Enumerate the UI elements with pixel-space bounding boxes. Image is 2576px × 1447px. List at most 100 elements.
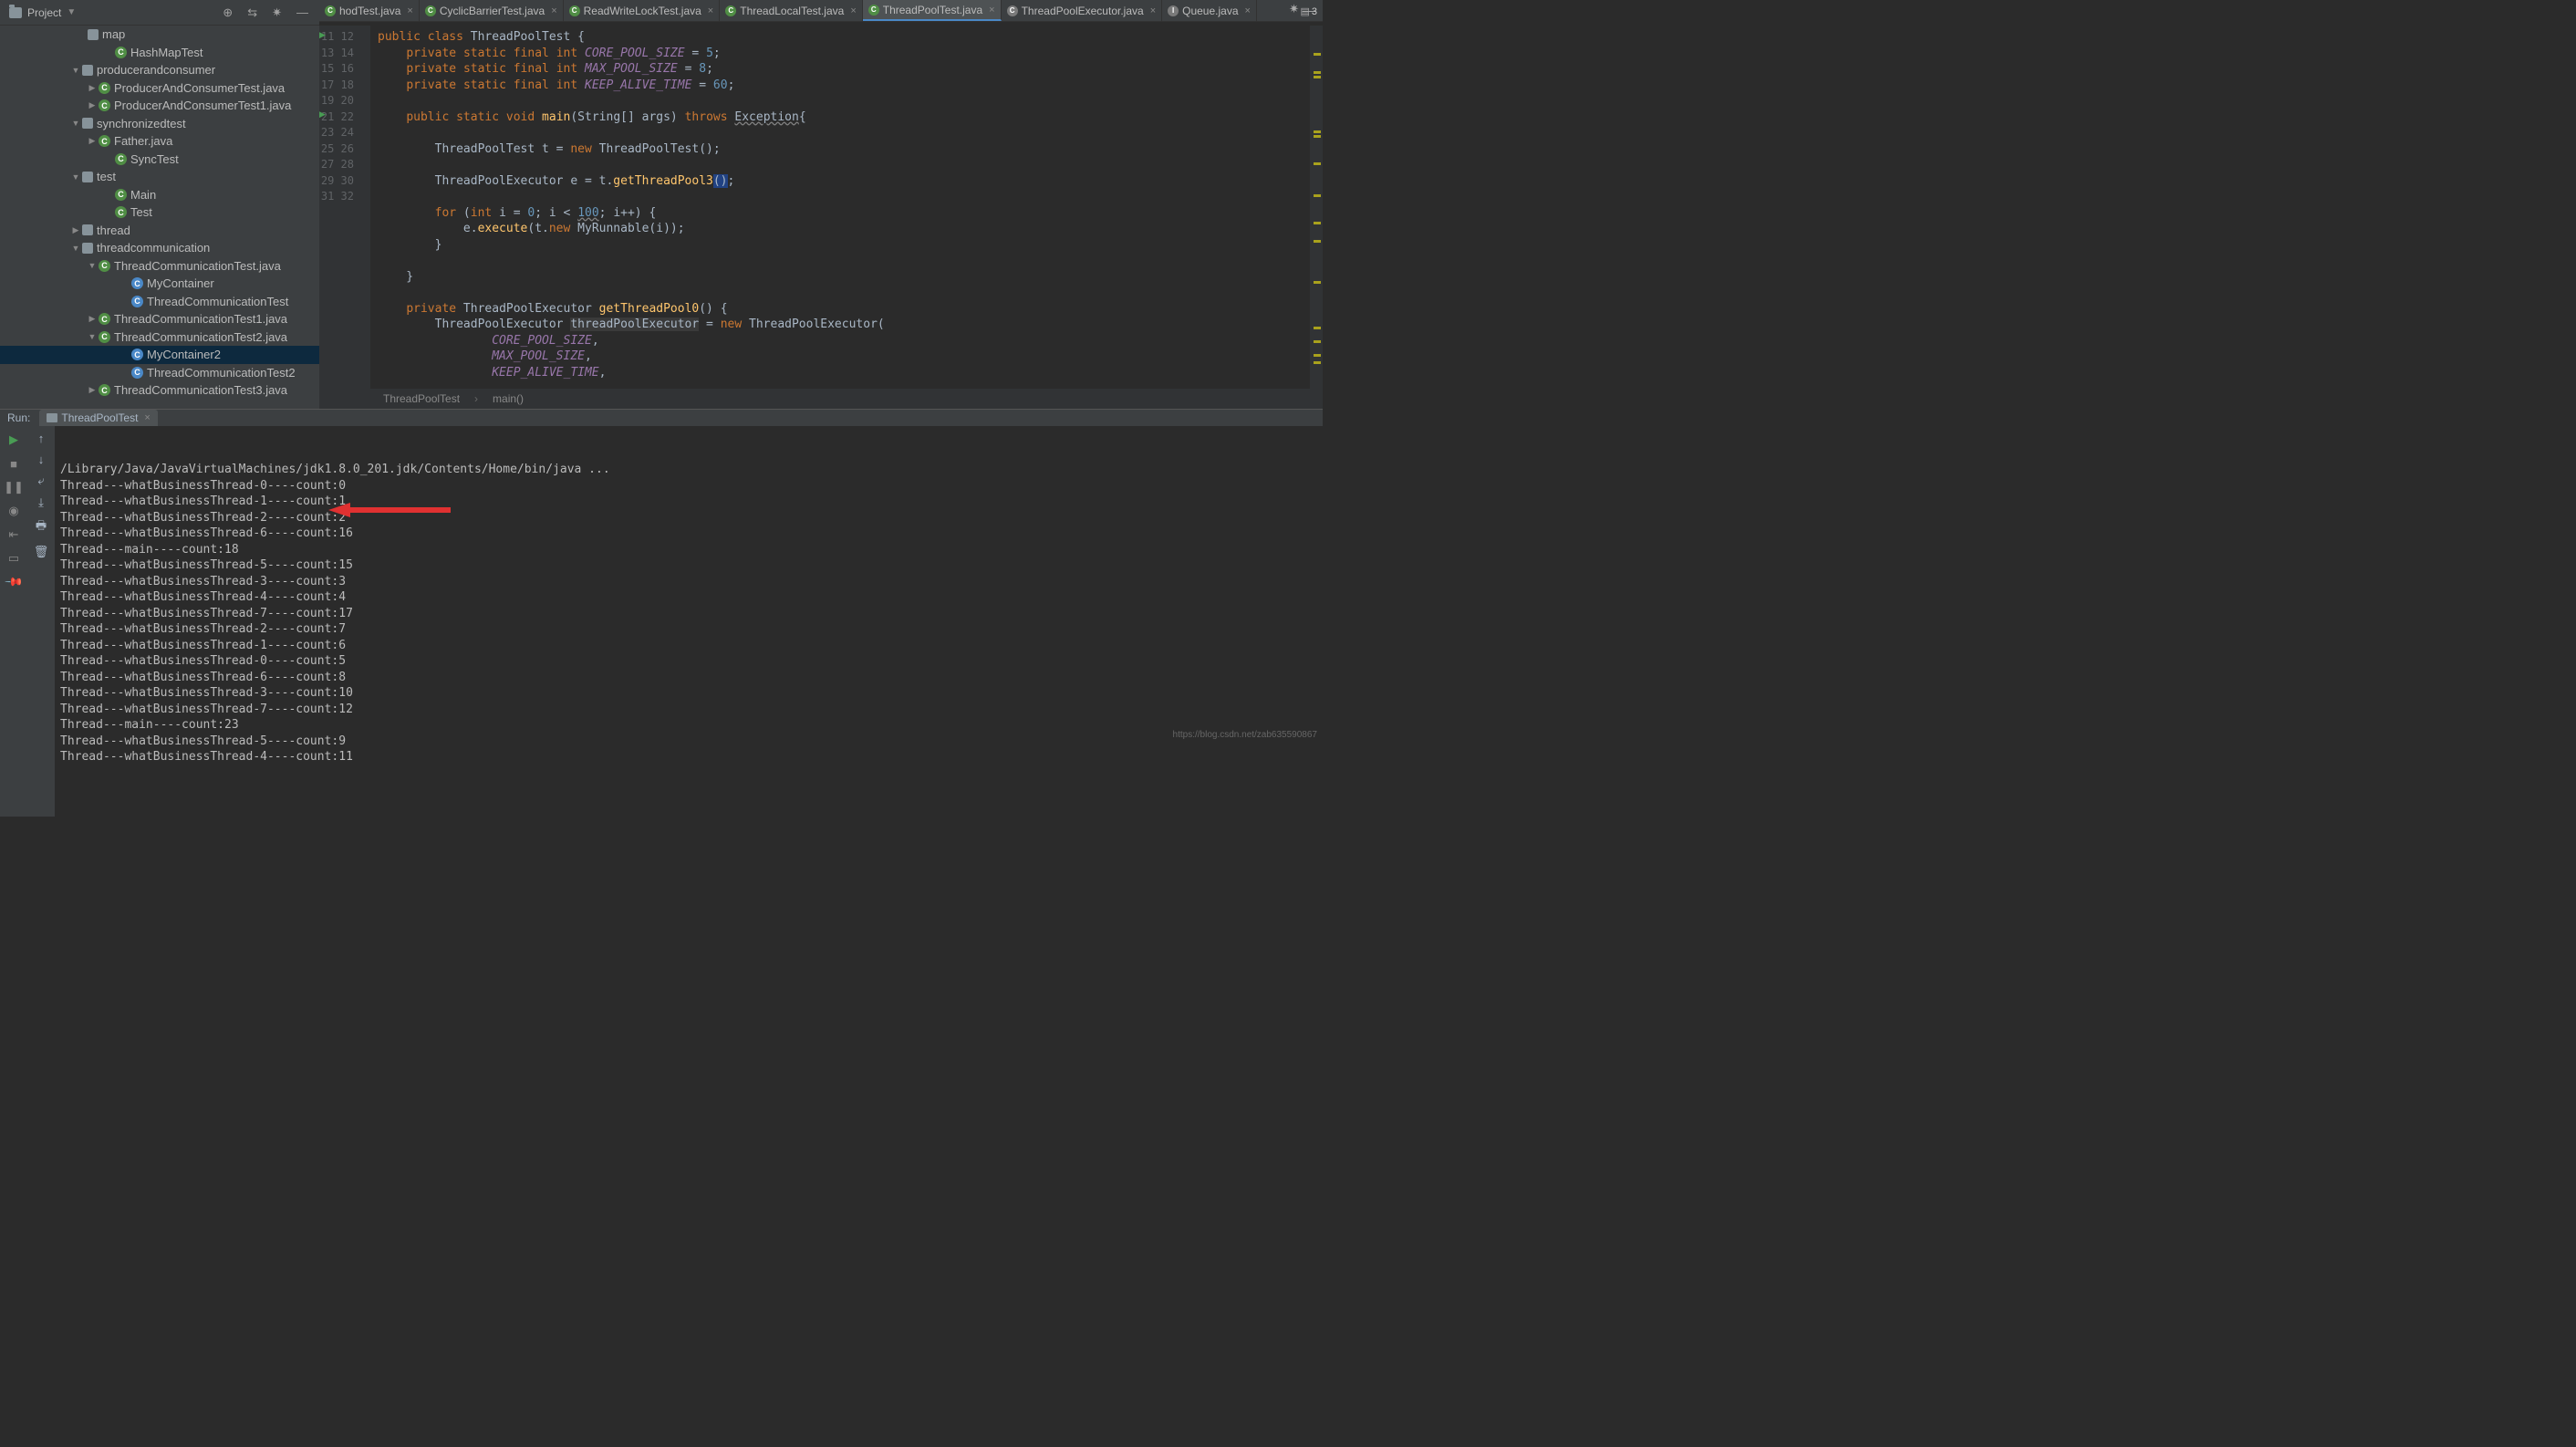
close-icon[interactable]: × (986, 5, 994, 16)
class-icon: C (868, 5, 879, 16)
class-icon: C (325, 5, 336, 16)
tree-item-label: producerandconsumer (97, 63, 215, 77)
tree-item-label: thread (97, 224, 130, 237)
pin-button[interactable]: 📌 (5, 574, 22, 590)
tree-arrow-icon[interactable]: ▶ (86, 100, 99, 110)
tree-item[interactable]: CThreadCommunicationTest2 (0, 364, 319, 382)
tree-item[interactable]: ▶CProducerAndConsumerTest1.java (0, 97, 319, 115)
editor-tabs: ChodTest.java×CCyclicBarrierTest.java×CR… (319, 0, 1323, 22)
print-button[interactable]: 🖶 (36, 517, 47, 537)
breadcrumb-class[interactable]: ThreadPoolTest (383, 392, 460, 405)
tree-item[interactable]: CHashMapTest (0, 44, 319, 62)
code-content[interactable]: public class ThreadPoolTest { private st… (370, 26, 1310, 409)
gear-icon[interactable]: ✷ (1289, 2, 1299, 16)
close-icon[interactable]: × (404, 5, 412, 16)
run-tab[interactable]: ThreadPoolTest × (39, 410, 157, 426)
tree-item-label: ThreadCommunicationTest3.java (114, 383, 287, 397)
tree-arrow-icon[interactable]: ▼ (69, 244, 82, 253)
scroll-end-button[interactable]: ⤓ (38, 495, 44, 510)
annotation-arrow-line (350, 507, 451, 513)
tree-item[interactable]: ▼test (0, 168, 319, 186)
tree-item[interactable]: map (0, 26, 319, 44)
run-method-gutter-icon[interactable]: ▶ (319, 109, 326, 120)
editor-tab[interactable]: IQueue.java× (1162, 0, 1257, 21)
hide-icon[interactable]: — (293, 4, 312, 21)
tree-item[interactable]: ▼threadcommunication (0, 239, 319, 257)
tree-arrow-icon[interactable]: ▶ (69, 225, 82, 235)
tree-item-label: synchronizedtest (97, 117, 186, 130)
tree-arrow-icon[interactable]: ▶ (86, 314, 99, 324)
editor-markers[interactable] (1310, 26, 1323, 409)
rerun-button[interactable]: ▶ (5, 432, 22, 448)
layout-button[interactable]: ▭ (5, 550, 22, 567)
editor-tab[interactable]: CCyclicBarrierTest.java× (420, 0, 564, 21)
stop-button[interactable]: ■ (5, 455, 22, 472)
tree-item[interactable]: CMain (0, 186, 319, 204)
inner-class-icon: C (131, 277, 143, 289)
close-icon[interactable]: × (1242, 5, 1251, 16)
gear-icon[interactable]: ✷ (268, 4, 286, 22)
run-toolbar-left: ▶ ■ ❚❚ ◉ ⇤ ▭ 📌 (0, 426, 27, 817)
editor-tab[interactable]: C ThreadPoolExecutor.java × (1002, 0, 1163, 21)
close-icon[interactable]: × (705, 5, 713, 16)
tree-item[interactable]: CMyContainer (0, 275, 319, 293)
collapse-icon[interactable]: ⇆ (244, 4, 261, 22)
tree-arrow-icon[interactable]: ▼ (86, 261, 99, 270)
down-button[interactable]: ↓ (38, 453, 45, 466)
tree-item[interactable]: ▼ synchronizedtest (0, 115, 319, 133)
tree-item[interactable]: ▶CFather.java (0, 132, 319, 151)
tree-arrow-icon[interactable]: ▼ (69, 119, 82, 128)
tree-item[interactable]: CSyncTest (0, 151, 319, 169)
tree-item-label: ThreadCommunicationTest.java (114, 259, 281, 273)
tab-label: ThreadPoolExecutor.java (1022, 5, 1144, 17)
tree-item[interactable]: CThreadCommunicationTest (0, 293, 319, 311)
run-class-gutter-icon[interactable]: ▶ (319, 30, 326, 40)
run-tool-window: Run: ThreadPoolTest × ✷ — ▶ ■ ❚❚ ◉ ⇤ ▭ 📌… (0, 409, 1323, 728)
editor-tab[interactable]: CThreadPoolTest.java× (863, 0, 1002, 21)
class-icon: C (1007, 5, 1018, 16)
tree-arrow-icon[interactable]: ▶ (86, 385, 99, 395)
tree-item-label: HashMapTest (130, 46, 203, 59)
tree-arrow-icon[interactable]: ▼ (69, 66, 82, 75)
class-icon: C (99, 99, 110, 111)
up-button[interactable]: ↑ (38, 432, 45, 445)
tree-item[interactable]: CTest (0, 203, 319, 222)
tree-item[interactable]: ▶CThreadCommunicationTest3.java (0, 381, 319, 400)
console-output[interactable]: /Library/Java/JavaVirtualMachines/jdk1.8… (55, 426, 1323, 817)
class-icon: C (99, 82, 110, 94)
project-tree[interactable]: mapCHashMapTest▼producerandconsumer▶CPro… (0, 26, 319, 409)
chevron-down-icon: ▼ (67, 7, 76, 17)
close-icon[interactable]: × (1148, 5, 1156, 16)
close-icon[interactable]: × (847, 5, 856, 16)
tree-arrow-icon[interactable]: ▶ (86, 83, 99, 93)
close-icon[interactable]: × (548, 5, 556, 16)
exit-button[interactable]: ⇤ (5, 526, 22, 543)
editor-tab[interactable]: ChodTest.java× (319, 0, 420, 21)
pause-button[interactable]: ❚❚ (5, 479, 22, 495)
locate-icon[interactable]: ⊕ (219, 4, 236, 22)
tree-arrow-icon[interactable]: ▼ (69, 172, 82, 182)
tree-item[interactable]: ▼CThreadCommunicationTest.java (0, 257, 319, 276)
project-dropdown[interactable]: Project ▼ (0, 6, 91, 19)
editor-tab[interactable]: CThreadLocalTest.java× (720, 0, 863, 21)
tree-item[interactable]: CMyContainer2 (0, 346, 319, 364)
run-toolbar-left2: ↑ ↓ ⤶ ⤓ 🖶 🗑 (27, 426, 55, 817)
breadcrumb-method[interactable]: main() (493, 392, 524, 405)
tree-item[interactable]: ▶ thread (0, 222, 319, 240)
tree-item[interactable]: ▶CThreadCommunicationTest1.java (0, 310, 319, 328)
breadcrumb[interactable]: ThreadPoolTest › main() (319, 389, 1323, 409)
dump-button[interactable]: ◉ (5, 503, 22, 519)
soft-wrap-button[interactable]: ⤶ (37, 474, 44, 488)
tree-item[interactable]: ▼ producerandconsumer (0, 61, 319, 79)
notification-indicator[interactable]: ▤ 3 (1300, 5, 1317, 17)
annotation-arrow-head (328, 503, 350, 517)
tree-arrow-icon[interactable]: ▶ (86, 136, 99, 146)
clear-button[interactable]: 🗑 (34, 545, 49, 559)
code-editor[interactable]: 11 12 13 14 15 16 17 18 19 20 21 22 23 2… (319, 26, 1323, 409)
editor-tab[interactable]: CReadWriteLockTest.java× (564, 0, 721, 21)
tree-arrow-icon[interactable]: ▼ (86, 332, 99, 341)
tree-item[interactable]: ▶CProducerAndConsumerTest.java (0, 79, 319, 98)
tree-item[interactable]: ▼CThreadCommunicationTest2.java (0, 328, 319, 347)
class-icon: C (99, 331, 110, 343)
close-icon[interactable]: × (141, 412, 150, 423)
